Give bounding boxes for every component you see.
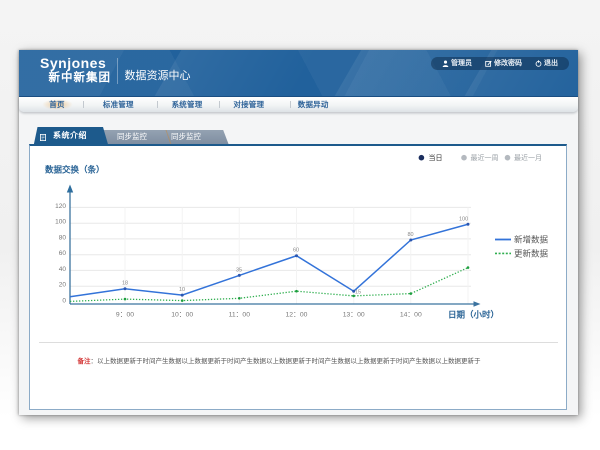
- svg-text:40: 40: [59, 266, 67, 273]
- svg-text:11：00: 11：00: [229, 312, 251, 319]
- svg-text:12：00: 12：00: [286, 312, 308, 319]
- svg-text:日期（小时）: 日期（小时）: [448, 310, 499, 320]
- svg-text:最近一月: 最近一月: [514, 153, 542, 162]
- svg-text:9：00: 9：00: [116, 312, 134, 319]
- svg-text:18: 18: [122, 281, 128, 287]
- svg-text:15: 15: [355, 290, 361, 296]
- svg-text:10: 10: [179, 287, 185, 293]
- svg-text:60: 60: [293, 248, 299, 254]
- svg-text:100: 100: [459, 216, 468, 222]
- svg-text:80: 80: [408, 232, 414, 238]
- svg-text:最近一周: 最近一周: [471, 153, 499, 162]
- svg-text:80: 80: [59, 234, 67, 241]
- svg-text:60: 60: [59, 250, 67, 257]
- svg-text:数据交换（条）: 数据交换（条）: [45, 165, 105, 175]
- svg-text:20: 20: [59, 282, 67, 289]
- svg-text:35: 35: [236, 268, 242, 274]
- svg-text:13：00: 13：00: [343, 312, 365, 319]
- svg-text:当日: 当日: [429, 153, 443, 162]
- svg-text:0: 0: [62, 298, 66, 305]
- svg-text:更新数据: 更新数据: [514, 248, 549, 258]
- svg-text:10：00: 10：00: [171, 312, 193, 319]
- svg-text:新增数据: 新增数据: [514, 235, 549, 245]
- svg-text:120: 120: [55, 203, 66, 210]
- svg-text:14：00: 14：00: [400, 312, 422, 319]
- svg-text:100: 100: [55, 219, 66, 226]
